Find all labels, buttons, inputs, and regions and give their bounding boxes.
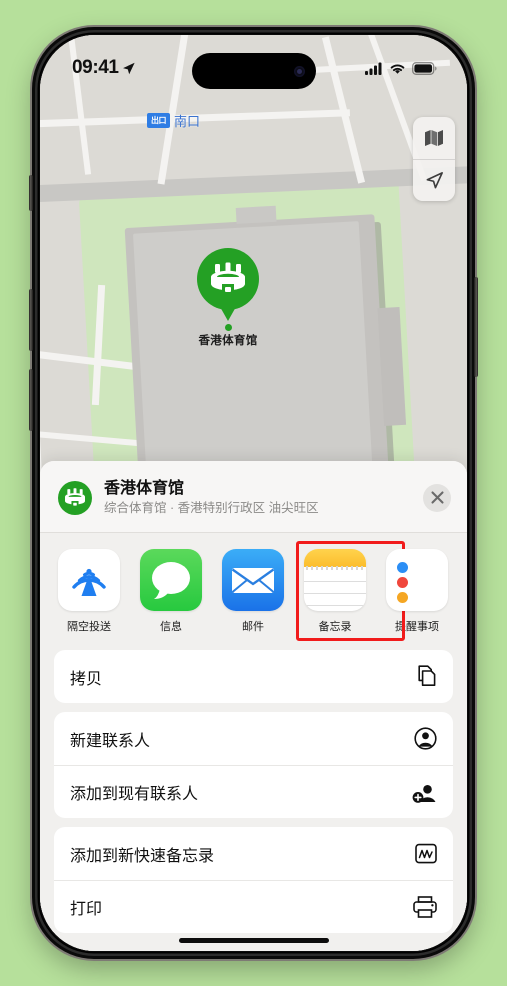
status-time-group: 09:41: [72, 57, 136, 79]
messages-icon: [140, 549, 202, 612]
share-sheet: 香港体育馆 综合体育馆 · 香港特别行政区 油尖旺区 隔空投送 信息 邮件 备忘…: [40, 461, 467, 951]
share-target-notes[interactable]: 备忘录: [296, 541, 405, 642]
printer-icon: [411, 896, 437, 919]
location-arrow-icon: [426, 172, 443, 189]
avatar: [58, 480, 92, 515]
transit-badge-icon: 出口: [147, 113, 170, 128]
share-target-label: 提醒事项: [395, 621, 439, 634]
share-target-label: 备忘录: [318, 621, 352, 634]
close-icon: [430, 491, 444, 504]
cellular-bars-icon: [365, 62, 382, 75]
action-label: 新建联系人: [70, 732, 151, 750]
phone-frame: 出口 南口 香港体育馆 09:41 香港体育馆 综合体育馆 · 香港特别行政区 …: [29, 27, 478, 959]
mail-icon: [222, 549, 284, 612]
map-pin-stadium[interactable]: 香港体育馆: [196, 248, 260, 348]
folded-map-icon: [425, 130, 443, 146]
map-type-button[interactable]: [413, 117, 455, 159]
dynamic-island[interactable]: [191, 53, 316, 89]
map-pin-anchor-dot: [224, 324, 232, 331]
home-indicator[interactable]: [178, 938, 329, 943]
share-target-label: 隔空投送: [67, 621, 111, 634]
action-row-quick-note[interactable]: 添加到新快速备忘录: [54, 827, 453, 880]
action-group: 添加到新快速备忘录 打印: [54, 827, 453, 934]
action-group: 新建联系人 添加到现有联系人: [54, 712, 453, 819]
stadium-icon: [65, 487, 85, 506]
volume-down-button[interactable]: [29, 369, 33, 431]
action-label: 打印: [70, 901, 103, 919]
phone-screen: 出口 南口 香港体育馆 09:41 香港体育馆 综合体育馆 · 香港特别行政区 …: [40, 35, 467, 951]
new-contact-icon: [411, 727, 437, 750]
share-target-mail[interactable]: 邮件: [222, 549, 284, 634]
map-pin-label: 香港体育馆: [198, 335, 258, 347]
action-label: 添加到现有联系人: [70, 786, 199, 804]
add-to-contact-icon: [411, 781, 437, 804]
notes-icon: [304, 549, 366, 612]
page-title: 香港体育馆: [104, 480, 185, 497]
share-app-row: 隔空投送 信息 邮件 备忘录 提醒事项: [40, 533, 467, 647]
copy-icon: [411, 665, 437, 688]
transit-exit-label: 出口 南口: [147, 111, 200, 130]
wifi-icon: [390, 63, 405, 74]
action-row-print[interactable]: 打印: [54, 880, 453, 933]
map-pin-bubble: [197, 248, 259, 310]
status-indicators: [365, 61, 437, 75]
action-button[interactable]: [29, 175, 33, 211]
map-controls: [413, 117, 455, 201]
quick-note-icon: [411, 843, 437, 864]
action-group: 拷贝: [54, 650, 453, 704]
action-row-new-contact[interactable]: 新建联系人: [54, 712, 453, 765]
volume-up-button[interactable]: [29, 289, 33, 351]
share-target-reminders[interactable]: 提醒事项: [386, 549, 448, 634]
page-subtitle: 综合体育馆 · 香港特别行政区 油尖旺区: [104, 501, 319, 515]
share-sheet-header: 香港体育馆 综合体育馆 · 香港特别行政区 油尖旺区: [40, 461, 467, 534]
stadium-icon: [211, 262, 245, 292]
location-arrow-icon: [122, 62, 135, 74]
action-row-copy[interactable]: 拷贝: [54, 650, 453, 703]
transit-exit-text: 南口: [174, 114, 201, 129]
share-action-list: 拷贝 新建联系人 添加到现有联系人 添加到新快速备忘录 打印: [40, 646, 467, 934]
action-label: 添加到新快速备忘录: [70, 847, 215, 865]
airdrop-icon: [58, 549, 120, 612]
share-sheet-titles: 香港体育馆 综合体育馆 · 香港特别行政区 油尖旺区: [104, 479, 411, 516]
share-target-messages[interactable]: 信息: [140, 549, 202, 634]
battery-full-icon: [412, 61, 437, 75]
close-button[interactable]: [423, 483, 451, 512]
action-row-add-to-contact[interactable]: 添加到现有联系人: [54, 765, 453, 818]
share-target-label: 邮件: [242, 621, 264, 634]
share-target-airdrop[interactable]: 隔空投送: [58, 549, 120, 634]
reminders-icon: [386, 549, 448, 612]
locate-me-button[interactable]: [413, 159, 455, 201]
action-label: 拷贝: [70, 670, 103, 688]
power-button[interactable]: [474, 277, 478, 377]
front-camera-icon: [293, 65, 305, 77]
status-time-text: 09:41: [72, 57, 119, 78]
share-target-label: 信息: [160, 621, 182, 634]
